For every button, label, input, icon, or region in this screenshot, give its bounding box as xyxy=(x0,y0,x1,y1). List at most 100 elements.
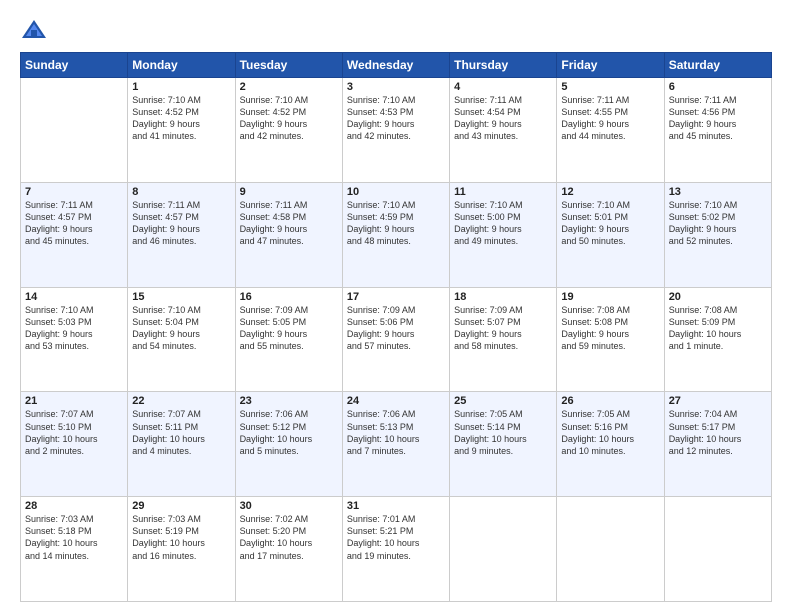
calendar-cell: 16Sunrise: 7:09 AM Sunset: 5:05 PM Dayli… xyxy=(235,287,342,392)
day-number: 20 xyxy=(669,291,767,303)
calendar-cell: 30Sunrise: 7:02 AM Sunset: 5:20 PM Dayli… xyxy=(235,497,342,602)
day-number: 17 xyxy=(347,291,445,303)
day-header-tuesday: Tuesday xyxy=(235,53,342,78)
day-number: 15 xyxy=(132,291,230,303)
day-info: Sunrise: 7:10 AM Sunset: 5:01 PM Dayligh… xyxy=(561,199,659,248)
day-number: 9 xyxy=(240,186,338,198)
calendar-cell: 18Sunrise: 7:09 AM Sunset: 5:07 PM Dayli… xyxy=(450,287,557,392)
day-number: 16 xyxy=(240,291,338,303)
day-number: 27 xyxy=(669,395,767,407)
day-number: 8 xyxy=(132,186,230,198)
calendar-cell: 17Sunrise: 7:09 AM Sunset: 5:06 PM Dayli… xyxy=(342,287,449,392)
calendar-cell xyxy=(664,497,771,602)
calendar-cell: 12Sunrise: 7:10 AM Sunset: 5:01 PM Dayli… xyxy=(557,182,664,287)
day-number: 19 xyxy=(561,291,659,303)
day-info: Sunrise: 7:11 AM Sunset: 4:56 PM Dayligh… xyxy=(669,94,767,143)
calendar-cell: 13Sunrise: 7:10 AM Sunset: 5:02 PM Dayli… xyxy=(664,182,771,287)
day-header-sunday: Sunday xyxy=(21,53,128,78)
day-header-saturday: Saturday xyxy=(664,53,771,78)
day-info: Sunrise: 7:10 AM Sunset: 4:52 PM Dayligh… xyxy=(132,94,230,143)
day-number: 21 xyxy=(25,395,123,407)
calendar-cell: 19Sunrise: 7:08 AM Sunset: 5:08 PM Dayli… xyxy=(557,287,664,392)
day-info: Sunrise: 7:09 AM Sunset: 5:07 PM Dayligh… xyxy=(454,304,552,353)
day-info: Sunrise: 7:01 AM Sunset: 5:21 PM Dayligh… xyxy=(347,513,445,562)
calendar-cell: 3Sunrise: 7:10 AM Sunset: 4:53 PM Daylig… xyxy=(342,78,449,183)
day-info: Sunrise: 7:10 AM Sunset: 4:52 PM Dayligh… xyxy=(240,94,338,143)
day-number: 25 xyxy=(454,395,552,407)
day-info: Sunrise: 7:11 AM Sunset: 4:54 PM Dayligh… xyxy=(454,94,552,143)
calendar-week-3: 14Sunrise: 7:10 AM Sunset: 5:03 PM Dayli… xyxy=(21,287,772,392)
calendar-cell: 14Sunrise: 7:10 AM Sunset: 5:03 PM Dayli… xyxy=(21,287,128,392)
day-info: Sunrise: 7:10 AM Sunset: 4:59 PM Dayligh… xyxy=(347,199,445,248)
day-number: 22 xyxy=(132,395,230,407)
day-info: Sunrise: 7:08 AM Sunset: 5:08 PM Dayligh… xyxy=(561,304,659,353)
day-header-friday: Friday xyxy=(557,53,664,78)
page: SundayMondayTuesdayWednesdayThursdayFrid… xyxy=(0,0,792,612)
calendar-cell: 20Sunrise: 7:08 AM Sunset: 5:09 PM Dayli… xyxy=(664,287,771,392)
day-info: Sunrise: 7:11 AM Sunset: 4:55 PM Dayligh… xyxy=(561,94,659,143)
day-number: 11 xyxy=(454,186,552,198)
day-info: Sunrise: 7:09 AM Sunset: 5:05 PM Dayligh… xyxy=(240,304,338,353)
calendar-cell: 4Sunrise: 7:11 AM Sunset: 4:54 PM Daylig… xyxy=(450,78,557,183)
calendar-cell: 5Sunrise: 7:11 AM Sunset: 4:55 PM Daylig… xyxy=(557,78,664,183)
day-number: 31 xyxy=(347,500,445,512)
day-info: Sunrise: 7:03 AM Sunset: 5:19 PM Dayligh… xyxy=(132,513,230,562)
calendar-cell: 1Sunrise: 7:10 AM Sunset: 4:52 PM Daylig… xyxy=(128,78,235,183)
day-header-thursday: Thursday xyxy=(450,53,557,78)
day-number: 24 xyxy=(347,395,445,407)
day-number: 30 xyxy=(240,500,338,512)
day-number: 2 xyxy=(240,81,338,93)
day-number: 14 xyxy=(25,291,123,303)
calendar-week-5: 28Sunrise: 7:03 AM Sunset: 5:18 PM Dayli… xyxy=(21,497,772,602)
calendar-cell: 31Sunrise: 7:01 AM Sunset: 5:21 PM Dayli… xyxy=(342,497,449,602)
day-info: Sunrise: 7:03 AM Sunset: 5:18 PM Dayligh… xyxy=(25,513,123,562)
calendar: SundayMondayTuesdayWednesdayThursdayFrid… xyxy=(20,52,772,602)
calendar-cell: 24Sunrise: 7:06 AM Sunset: 5:13 PM Dayli… xyxy=(342,392,449,497)
calendar-cell: 25Sunrise: 7:05 AM Sunset: 5:14 PM Dayli… xyxy=(450,392,557,497)
day-number: 18 xyxy=(454,291,552,303)
calendar-cell: 2Sunrise: 7:10 AM Sunset: 4:52 PM Daylig… xyxy=(235,78,342,183)
calendar-cell: 28Sunrise: 7:03 AM Sunset: 5:18 PM Dayli… xyxy=(21,497,128,602)
calendar-cell: 7Sunrise: 7:11 AM Sunset: 4:57 PM Daylig… xyxy=(21,182,128,287)
day-number: 6 xyxy=(669,81,767,93)
calendar-cell: 11Sunrise: 7:10 AM Sunset: 5:00 PM Dayli… xyxy=(450,182,557,287)
day-number: 13 xyxy=(669,186,767,198)
calendar-week-1: 1Sunrise: 7:10 AM Sunset: 4:52 PM Daylig… xyxy=(21,78,772,183)
day-info: Sunrise: 7:07 AM Sunset: 5:10 PM Dayligh… xyxy=(25,408,123,457)
day-number: 29 xyxy=(132,500,230,512)
day-number: 12 xyxy=(561,186,659,198)
day-number: 23 xyxy=(240,395,338,407)
day-number: 1 xyxy=(132,81,230,93)
calendar-cell: 26Sunrise: 7:05 AM Sunset: 5:16 PM Dayli… xyxy=(557,392,664,497)
day-info: Sunrise: 7:06 AM Sunset: 5:13 PM Dayligh… xyxy=(347,408,445,457)
day-info: Sunrise: 7:11 AM Sunset: 4:57 PM Dayligh… xyxy=(25,199,123,248)
day-number: 26 xyxy=(561,395,659,407)
calendar-cell xyxy=(557,497,664,602)
calendar-cell: 15Sunrise: 7:10 AM Sunset: 5:04 PM Dayli… xyxy=(128,287,235,392)
calendar-header-row: SundayMondayTuesdayWednesdayThursdayFrid… xyxy=(21,53,772,78)
day-info: Sunrise: 7:06 AM Sunset: 5:12 PM Dayligh… xyxy=(240,408,338,457)
logo-icon xyxy=(20,16,48,44)
day-number: 3 xyxy=(347,81,445,93)
calendar-cell xyxy=(450,497,557,602)
calendar-cell xyxy=(21,78,128,183)
day-info: Sunrise: 7:02 AM Sunset: 5:20 PM Dayligh… xyxy=(240,513,338,562)
day-info: Sunrise: 7:11 AM Sunset: 4:58 PM Dayligh… xyxy=(240,199,338,248)
day-info: Sunrise: 7:05 AM Sunset: 5:14 PM Dayligh… xyxy=(454,408,552,457)
calendar-cell: 22Sunrise: 7:07 AM Sunset: 5:11 PM Dayli… xyxy=(128,392,235,497)
day-info: Sunrise: 7:10 AM Sunset: 5:03 PM Dayligh… xyxy=(25,304,123,353)
logo xyxy=(20,16,52,44)
day-info: Sunrise: 7:04 AM Sunset: 5:17 PM Dayligh… xyxy=(669,408,767,457)
day-number: 4 xyxy=(454,81,552,93)
day-info: Sunrise: 7:11 AM Sunset: 4:57 PM Dayligh… xyxy=(132,199,230,248)
calendar-cell: 10Sunrise: 7:10 AM Sunset: 4:59 PM Dayli… xyxy=(342,182,449,287)
calendar-week-2: 7Sunrise: 7:11 AM Sunset: 4:57 PM Daylig… xyxy=(21,182,772,287)
calendar-cell: 23Sunrise: 7:06 AM Sunset: 5:12 PM Dayli… xyxy=(235,392,342,497)
day-info: Sunrise: 7:10 AM Sunset: 5:00 PM Dayligh… xyxy=(454,199,552,248)
day-info: Sunrise: 7:05 AM Sunset: 5:16 PM Dayligh… xyxy=(561,408,659,457)
day-info: Sunrise: 7:07 AM Sunset: 5:11 PM Dayligh… xyxy=(132,408,230,457)
calendar-week-4: 21Sunrise: 7:07 AM Sunset: 5:10 PM Dayli… xyxy=(21,392,772,497)
day-number: 5 xyxy=(561,81,659,93)
day-info: Sunrise: 7:10 AM Sunset: 5:04 PM Dayligh… xyxy=(132,304,230,353)
day-info: Sunrise: 7:10 AM Sunset: 4:53 PM Dayligh… xyxy=(347,94,445,143)
